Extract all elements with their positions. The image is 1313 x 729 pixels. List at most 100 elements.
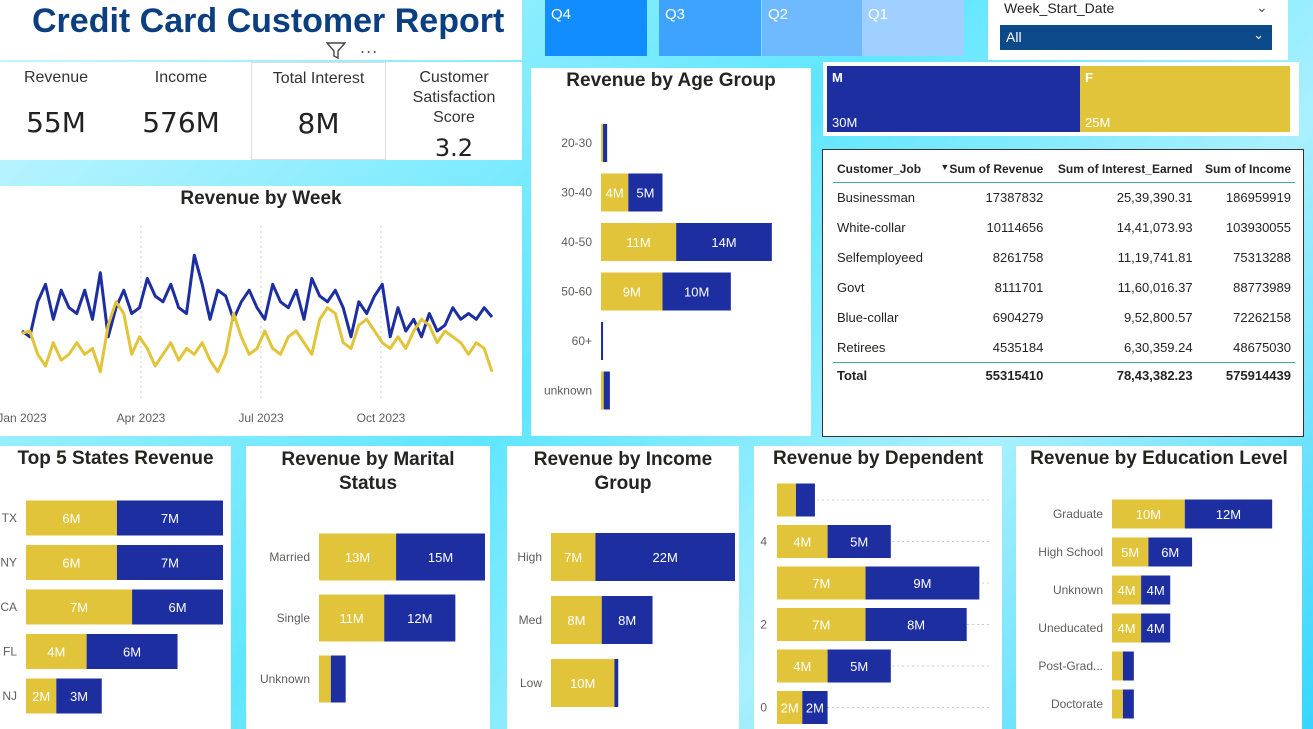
data-label: 10M: [1136, 507, 1161, 522]
chevron-down-icon[interactable]: ⌄: [1256, 0, 1268, 16]
data-label: 5M: [636, 186, 654, 201]
kpi-value: 3.2: [434, 134, 474, 160]
table-row[interactable]: Govt 8111701 11,60,016.37 88773989: [833, 273, 1295, 303]
marital-bar-chart[interactable]: Married 13M 15M Single 11M 12M Unknown: [246, 446, 490, 729]
data-label: 12M: [407, 611, 432, 626]
kpi-value: 8M: [297, 107, 340, 140]
category-label: 30-40: [561, 186, 592, 200]
table-row[interactable]: Selfemployeed 8261758 11,19,741.81 75313288: [833, 243, 1295, 273]
gender-value: 30M: [832, 115, 858, 130]
data-label: 6M: [1161, 545, 1179, 560]
column-header-sorted[interactable]: ▼Sum of Revenue: [931, 158, 1048, 183]
table-row[interactable]: Blue-collar 6904279 9,52,800.57 72262158: [833, 303, 1295, 333]
data-label: 7M: [812, 576, 830, 591]
quarter-tile-q1[interactable]: Q1: [862, 0, 964, 56]
income-bar-chart[interactable]: High 7M 22M Med 8M 8M Low 10M: [507, 446, 739, 729]
bar-segment[interactable]: [319, 655, 331, 703]
table-row[interactable]: White-collar 10114656 14,41,073.93 10393005…: [833, 213, 1295, 243]
job-table: Customer_Job ▼Sum of Revenue Sum of Inte…: [833, 158, 1295, 389]
category-label: Med: [519, 613, 542, 627]
column-header[interactable]: Sum of Interest_Earned: [1047, 158, 1197, 183]
bar-segment[interactable]: [1122, 651, 1134, 681]
table-row[interactable]: Businessman 17387832 25,39,390.31 186959919: [833, 183, 1295, 213]
gender-tile-m[interactable]: M 30M: [827, 66, 1080, 132]
kpi-satisfaction: Customer Satisfaction Score 3.2: [398, 62, 510, 160]
bar-segment[interactable]: [601, 322, 604, 360]
gender-tiles: M 30M F 25M: [823, 62, 1299, 136]
data-label: 6M: [169, 600, 187, 615]
table-cell: 103930055: [1225, 220, 1291, 235]
dependent-bar-chart[interactable]: 4 4M 5M 7M 9M 2 7M 8M 4M 5M 0 2M 2M: [754, 446, 1002, 729]
data-label: 2M: [781, 701, 799, 716]
data-label: 4M: [793, 535, 811, 550]
data-label: 7M: [812, 618, 830, 633]
gender-value: 25M: [1085, 115, 1111, 130]
title-panel: Credit Card Customer Report ...: [0, 0, 522, 60]
table-cell: Selfemployeed: [837, 250, 923, 265]
bar-segment[interactable]: [1122, 689, 1134, 719]
dependent-chart: Revenue by Dependent 4 4M 5M 7M 9M 2 7M 8M 4M 5M 0…: [754, 446, 1002, 729]
bar-segment[interactable]: [601, 124, 604, 162]
data-label: 6M: [62, 511, 80, 526]
table-cell: Retirees: [837, 339, 886, 355]
states-bar-chart[interactable]: TX 6M 7M NY 6M 7M CA 7M 6M FL 4M 6M NJ 2M 3M: [0, 446, 231, 729]
quarter-tile-q2[interactable]: Q2: [762, 0, 864, 56]
bar-segment[interactable]: [330, 655, 346, 703]
table-cell: 75313288: [1233, 250, 1291, 265]
data-label: 4M: [1147, 583, 1165, 598]
category-label: CA: [0, 600, 17, 614]
table-cell: 8261758: [992, 250, 1044, 265]
gender-name: F: [1085, 70, 1093, 85]
data-label: 11M: [626, 235, 650, 250]
series-line[interactable]: [21, 253, 494, 339]
data-label: 4M: [1147, 621, 1165, 636]
filter-icon[interactable]: [326, 42, 346, 60]
table-total-cell: 55315410: [931, 362, 1048, 389]
bar-segment[interactable]: [795, 483, 815, 517]
column-header[interactable]: Sum of Income: [1196, 158, 1295, 183]
quarter-tile-q4[interactable]: Q4: [545, 0, 647, 56]
data-label: 7M: [161, 511, 179, 526]
table-cell: 6,30,359.24: [1123, 339, 1193, 355]
table-cell: 17387832: [985, 190, 1044, 206]
week-line-chart[interactable]: Jan 2023 Apr 2023 Jul 2023 Oct 2023: [0, 186, 522, 436]
education-bar-chart[interactable]: Graduate 10M 12M High School 5M 6M Unknown 4M 4M…: [1016, 446, 1302, 729]
more-options-icon[interactable]: ...: [360, 38, 378, 57]
category-label: FL: [3, 645, 17, 659]
data-label: 2M: [806, 701, 824, 716]
column-header[interactable]: Customer_Job: [833, 158, 932, 183]
category-label: Uneducated: [1038, 621, 1103, 635]
data-label: 12M: [1216, 507, 1241, 522]
date-selected-value: All: [1006, 29, 1022, 45]
customer-job-table: Customer_Job ▼Sum of Revenue Sum of Inte…: [822, 149, 1304, 437]
kpi-income: Income 576M: [125, 62, 237, 160]
data-label: 11M: [339, 611, 363, 626]
gender-tile-f[interactable]: F 25M: [1080, 66, 1290, 132]
table-row[interactable]: Retirees 4535184 6,30,359.24 48675030: [833, 333, 1295, 363]
category-label: unknown: [544, 384, 592, 398]
quarter-slicer: Q4 Q3 Q2 Q1: [545, 0, 965, 56]
bar-segment[interactable]: [614, 659, 619, 707]
table-cell: 11,60,016.37: [1117, 280, 1193, 295]
bar-segment[interactable]: [1112, 651, 1123, 681]
age-bar-chart[interactable]: 20-30 30-40 4M 5M 40-50 11M 14M 50-60 9M 10M 60+ un…: [531, 68, 811, 436]
date-select-dropdown[interactable]: All ⌄: [1000, 25, 1272, 50]
bar-segment[interactable]: [603, 371, 610, 410]
bar-segment[interactable]: [1112, 689, 1123, 719]
kpi-panel: Revenue 55M Income 576M Total Interest 8…: [0, 62, 522, 160]
category-label: 20-30: [561, 136, 592, 150]
quarter-tile-q3[interactable]: Q3: [659, 0, 761, 56]
bar-segment[interactable]: [777, 483, 796, 517]
bar-segment[interactable]: [601, 371, 604, 410]
top-states-chart: Top 5 States Revenue TX 6M 7M NY 6M 7M CA 7M 6M F…: [0, 446, 231, 729]
bar-segment[interactable]: [603, 124, 608, 162]
quarter-label: Q2: [768, 6, 789, 23]
category-label: 50-60: [561, 285, 592, 299]
category-label: NJ: [2, 689, 17, 703]
table-cell: Govt: [837, 280, 865, 295]
data-label: 14M: [711, 235, 736, 250]
data-label: 4M: [793, 659, 811, 674]
category-label: High School: [1038, 545, 1103, 559]
data-label: 8M: [907, 618, 925, 633]
table-cell: 4535184: [992, 339, 1044, 355]
